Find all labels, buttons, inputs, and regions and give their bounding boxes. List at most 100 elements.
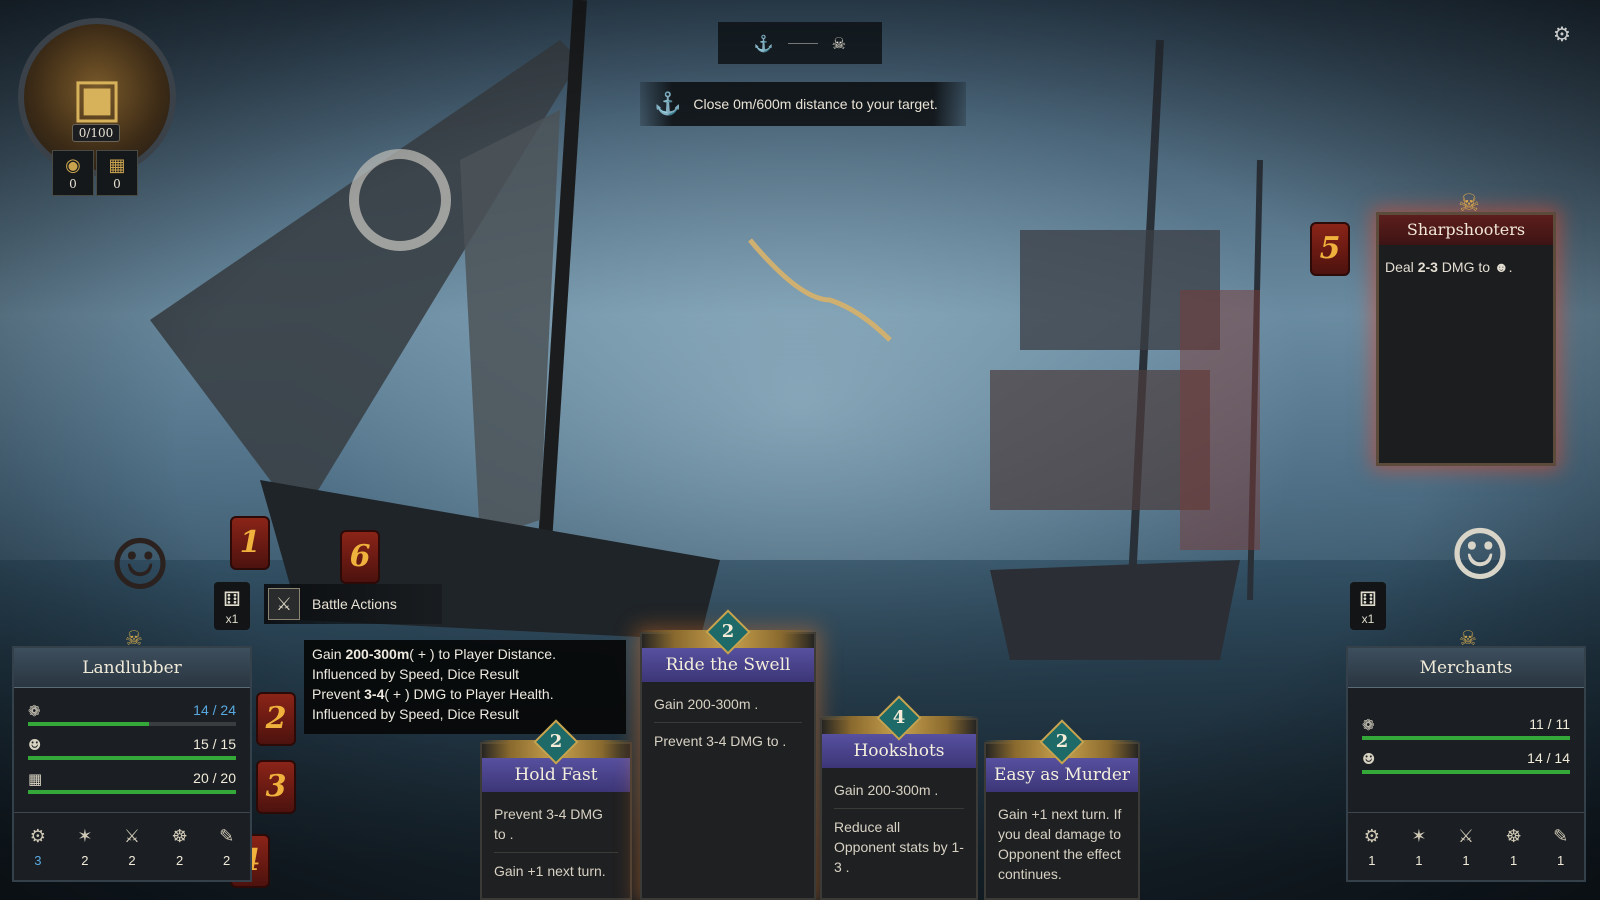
distance-tracker: ⚓ ☠ [718, 22, 882, 64]
attr-helm-value: 1 [1509, 852, 1518, 868]
player-stats-panel: ☠ Landlubber ❁ 14 / 24 ☻ 15 / 15 ▦ 20 / … [12, 626, 252, 882]
cannon-icon: ✶ [77, 825, 93, 847]
opponent-dice-pool[interactable]: ⚅ x1 [1350, 582, 1386, 630]
card-easy-as-murder[interactable]: 2 Easy as Murder Gain +1 next turn. If y… [984, 719, 1140, 900]
player-cargo-fill [28, 790, 236, 794]
boarding-icon: ⚔ [1457, 825, 1475, 847]
player-crew-stat: ☻ 15 / 15 [28, 734, 236, 768]
attr-cannon[interactable]: ✶ 2 [77, 826, 92, 868]
card-body: Easy as Murder Gain +1 next turn. If you… [984, 742, 1140, 900]
attr-scroll-value: 1 [1557, 852, 1565, 868]
attr-boarding[interactable]: ⚔ 1 [1458, 826, 1474, 868]
opponent-attributes: ⚙ 1 ✶ 1 ⚔ 1 ☸ 1 ✎ 1 [1348, 812, 1584, 880]
card-effect-1: Gain +1 next turn. If you deal damage to… [998, 806, 1122, 882]
player-ship-icon: ⚓ [753, 33, 774, 53]
opponent-dice-count: x1 [1361, 611, 1375, 626]
card-text: Gain 200-300m . Reduce all Opponent stat… [822, 768, 976, 877]
card-text: Prevent 3-4 DMG to . Gain +1 next turn. [482, 792, 630, 881]
player-crew-bar [28, 756, 236, 760]
dice-badge-3[interactable]: 3 [256, 760, 296, 814]
treasure-chest-icon: ▣ [71, 65, 123, 129]
attr-speed-value: 1 [1368, 852, 1376, 868]
cargo-value: 0 [113, 177, 121, 191]
attr-cannon[interactable]: ✶ 1 [1411, 826, 1426, 868]
crossed-swords-icon: ⚔ [268, 588, 300, 620]
player-cargo-stat: ▦ 20 / 20 [28, 768, 236, 802]
enemy-intent-badge: 5 [1310, 222, 1350, 276]
player-dice-pool[interactable]: ⚅ x1 [214, 582, 250, 630]
dice-icon: ⚅ [1359, 588, 1377, 611]
card-separator [494, 852, 618, 853]
crew-icon: ☻ [28, 736, 42, 754]
player-health-fill [28, 722, 150, 726]
settings-gear-icon[interactable]: ⚙ [1550, 22, 1574, 46]
card-effect-2: Reduce all Opponent stats by 1-3 . [834, 819, 964, 875]
card-separator [654, 722, 802, 723]
opponent-crew-fill [1362, 770, 1570, 774]
dice-icon: ⚅ [223, 588, 241, 611]
enemy-intent-card[interactable]: ☠ Sharpshooters Deal 2-3 DMG to ☻. [1376, 189, 1556, 466]
attr-cannon-value: 2 [81, 852, 89, 868]
desc-end: . [1508, 259, 1513, 275]
attr-boarding[interactable]: ⚔ 2 [124, 826, 140, 868]
tooltip-stat: Distance. [497, 646, 556, 662]
tooltip-dmg-range: 3-4 [364, 686, 385, 702]
health-icon: ❁ [28, 702, 41, 720]
battle-actions-label: Battle Actions [312, 596, 397, 612]
tooltip-gain: Gain [312, 646, 346, 662]
tooltip-line-3: Prevent 3-4( + ) DMG to Player Health. [312, 684, 618, 704]
enemy-ship-icon: ☠ [831, 33, 847, 53]
card-ride-the-swell[interactable]: 2 Ride the Swell Gain 200-300m . Prevent… [640, 609, 816, 900]
opponent-health-fill [1362, 736, 1570, 740]
health-icon: ❁ [1362, 716, 1375, 734]
enemy-card-description: Deal 2-3 DMG to ☻. [1379, 245, 1553, 289]
opponent-name: Merchants [1348, 648, 1584, 688]
card-hold-fast[interactable]: 2 Hold Fast Prevent 3-4 DMG to . Gain +1… [480, 719, 632, 900]
attr-helm[interactable]: ☸ 1 [1506, 826, 1522, 868]
card-text: Gain 200-300m . Prevent 3-4 DMG to . [642, 682, 814, 751]
objective-text: Close 0m/600m distance to your target. [693, 96, 938, 112]
tooltip-prevent: Prevent [312, 686, 365, 702]
attr-boarding-value: 2 [128, 852, 136, 868]
cargo-icon: ▦ [28, 770, 43, 788]
attr-speed[interactable]: ⚙ 3 [30, 826, 46, 868]
speed-icon: ⚙ [1363, 825, 1380, 847]
player-health-bar [28, 722, 236, 726]
enemy-card-title: Sharpshooters [1379, 215, 1553, 245]
cargo-crate-icon: ▦ [108, 155, 126, 176]
player-dice-count: x1 [225, 611, 239, 626]
distance-line [787, 42, 818, 44]
card-hookshots[interactable]: 4 Hookshots Gain 200-300m . Reduce all O… [820, 695, 978, 900]
attr-scroll[interactable]: ✎ 2 [219, 826, 234, 868]
card-text: Gain +1 next turn. If you deal damage to… [986, 792, 1138, 884]
opponent-health-value: 11 / 11 [1529, 716, 1570, 732]
card-body: Ride the Swell Gain 200-300m . Prevent 3… [640, 632, 816, 900]
cargo-resource[interactable]: ▦ 0 [96, 150, 138, 196]
tooltip-distance-range: 200-300m [345, 646, 410, 662]
dice-badge-2[interactable]: 2 [256, 692, 296, 746]
dice-badge-6[interactable]: 6 [340, 530, 380, 584]
desc-value: 2-3 [1417, 259, 1438, 275]
scroll-icon: ✎ [1553, 825, 1569, 847]
card-body: Hold Fast Prevent 3-4 DMG to . Gain +1 n… [480, 742, 632, 900]
attr-scroll[interactable]: ✎ 1 [1553, 826, 1568, 868]
gold-resource[interactable]: ◉ 0 [52, 150, 94, 196]
tooltip-stat-2: Health. [509, 686, 554, 702]
tooltip-line-1: Gain 200-300m( + ) to Player Distance. [312, 644, 618, 664]
objective-banner: ⚓ Close 0m/600m distance to your target. [640, 82, 966, 126]
card-separator [834, 808, 964, 809]
attr-boarding-value: 1 [1462, 852, 1470, 868]
speed-icon: ⚙ [29, 825, 46, 847]
card-effect-2: Gain +1 next turn. [494, 863, 606, 879]
player-crew-value: 15 / 15 [193, 736, 236, 752]
desc-prefix: Deal [1385, 259, 1418, 275]
cannon-icon: ✶ [1411, 825, 1427, 847]
attr-helm[interactable]: ☸ 2 [172, 826, 188, 868]
opponent-health-bar [1362, 736, 1570, 740]
battle-actions-button[interactable]: ⚔ Battle Actions [264, 584, 442, 624]
dice-badge-1[interactable]: 1 [230, 516, 270, 570]
attr-helm-value: 2 [175, 852, 184, 868]
tooltip-line-4: Influenced by Speed, Dice Result [312, 706, 520, 722]
attr-speed[interactable]: ⚙ 1 [1364, 826, 1380, 868]
player-name: Landlubber [14, 648, 250, 688]
